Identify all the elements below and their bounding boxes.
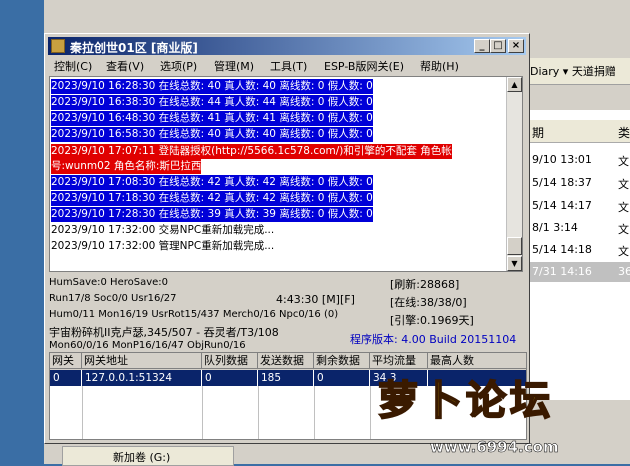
col-remaining[interactable]: 剩余数据: [314, 353, 370, 369]
menu-esp-gateway[interactable]: ESP-B版网关(E): [324, 58, 404, 74]
status-run: Run17/8 Soc0/0 Usr16/27: [49, 293, 177, 304]
column-divider: [258, 386, 259, 439]
scroll-thumb[interactable]: [507, 237, 522, 255]
column-divider: [314, 386, 315, 439]
menu-manage[interactable]: 管理(M): [214, 58, 254, 74]
log-line: 号:wunm02 角色名称:斯巴拉西: [51, 159, 202, 174]
watermark-url: www.6994.com: [430, 438, 559, 457]
drive-item[interactable]: 新加卷 (G:): [62, 446, 234, 466]
list-item[interactable]: 9/10 13:01 文: [530, 150, 630, 170]
col-gateway[interactable]: 网关: [50, 353, 82, 369]
column-divider: [202, 386, 203, 439]
window-title: 秦拉创世01区 [商业版]: [70, 41, 198, 55]
log-line: 2023/9/10 17:32:00 交易NPC重新加载完成...: [51, 224, 275, 236]
status-time: 4:43:30 [M][F]: [276, 293, 355, 306]
log-line: 2023/9/10 17:32:00 管理NPC重新加载完成...: [51, 240, 275, 252]
log-panel[interactable]: 2023/9/10 16:28:30 在线总数: 40 真人数: 40 离线数:…: [49, 76, 523, 272]
refresh-count: [刷新:28868]: [390, 278, 460, 291]
background-toolbar[interactable]: Diary ▾ 天道捐赠: [530, 58, 630, 85]
status-panel: HumSave:0 HeroSave:0 Run17/8 Soc0/0 Usr1…: [48, 274, 528, 351]
column-divider: [370, 386, 371, 439]
menu-view[interactable]: 查看(V): [106, 58, 144, 74]
watermark-text: 萝卜论坛: [377, 377, 554, 425]
col-queue[interactable]: 队列数据: [202, 353, 258, 369]
menu-control[interactable]: 控制(C): [54, 58, 92, 74]
engine-uptime: [引擎:0.1969天]: [390, 314, 474, 327]
list-item[interactable]: 5/14 14:17 文: [530, 196, 630, 216]
maximize-button[interactable]: □: [490, 39, 506, 53]
log-line: 2023/9/10 17:08:30 在线总数: 42 真人数: 42 离线数:…: [51, 175, 373, 190]
col-avg-flow[interactable]: 平均流量: [370, 353, 428, 369]
minimize-button[interactable]: _: [474, 39, 490, 53]
col-sent[interactable]: 发送数据: [258, 353, 314, 369]
menu-help[interactable]: 帮助(H): [420, 58, 459, 74]
list-item[interactable]: 5/14 14:18 文: [530, 240, 630, 260]
app-icon: [51, 39, 65, 53]
title-bar[interactable]: 秦拉创世01区 [商业版] _ □ ×: [48, 37, 526, 55]
close-button[interactable]: ×: [508, 39, 524, 53]
log-line: 2023/9/10 16:28:30 在线总数: 40 真人数: 40 离线数:…: [51, 79, 373, 94]
scroll-up-icon[interactable]: ▲: [507, 77, 522, 92]
column-header-date[interactable]: 期: [532, 124, 544, 141]
drive-label: 新加卷 (G:): [113, 451, 171, 464]
program-version: 程序版本: 4.00 Build 20151104: [350, 333, 517, 346]
column-divider: [82, 386, 83, 439]
log-line: 2023/9/10 16:38:30 在线总数: 44 真人数: 44 离线数:…: [51, 95, 373, 110]
watermark-logo: 萝卜论坛 www.6994.com: [377, 368, 628, 464]
menu-options[interactable]: 选项(P): [160, 58, 197, 74]
col-address[interactable]: 网关地址: [82, 353, 202, 369]
menu-bar: 控制(C) 查看(V) 选项(P) 管理(M) 工具(T) ESP-B版网关(E…: [48, 56, 526, 74]
log-line: 2023/9/10 17:28:30 在线总数: 39 真人数: 39 离线数:…: [51, 207, 373, 222]
list-item[interactable]: 5/14 18:37 文: [530, 173, 630, 193]
log-scrollbar[interactable]: ▲ ▼: [506, 77, 522, 271]
column-header-type[interactable]: 类: [618, 124, 630, 141]
log-line: 2023/9/10 17:07:11 登陆器授权(http://5566.1c5…: [51, 144, 452, 159]
col-max-users[interactable]: 最高人数: [428, 353, 526, 369]
list-item[interactable]: 8/1 3:14 文: [530, 218, 630, 238]
desktop-background: [0, 0, 44, 464]
status-mon: Mon60/0/16 MonP16/16/47 ObjRun0/16: [49, 340, 246, 351]
log-line: 2023/9/10 16:58:30 在线总数: 40 真人数: 40 离线数:…: [51, 127, 373, 142]
log-line: 2023/9/10 17:18:30 在线总数: 42 真人数: 42 离线数:…: [51, 191, 373, 206]
online-count: [在线:38/38/0]: [390, 296, 467, 309]
status-hum: Hum0/11 Mon16/19 UsrRot15/437 Merch0/16 …: [49, 309, 339, 320]
status-save: HumSave:0 HeroSave:0: [49, 277, 169, 288]
list-item-selected[interactable]: 7/31 14:16 36: [530, 262, 630, 282]
log-line: 2023/9/10 16:48:30 在线总数: 41 真人数: 41 离线数:…: [51, 111, 373, 126]
background-toolbar-text: Diary ▾ 天道捐赠: [530, 65, 616, 78]
menu-tools[interactable]: 工具(T): [270, 58, 307, 74]
scroll-down-icon[interactable]: ▼: [507, 256, 522, 271]
background-list-header: 期 类: [530, 120, 630, 143]
status-monster: 宇宙粉碎机II克卢瑟,345/507 - 吞灵者/T3/108: [49, 326, 279, 339]
